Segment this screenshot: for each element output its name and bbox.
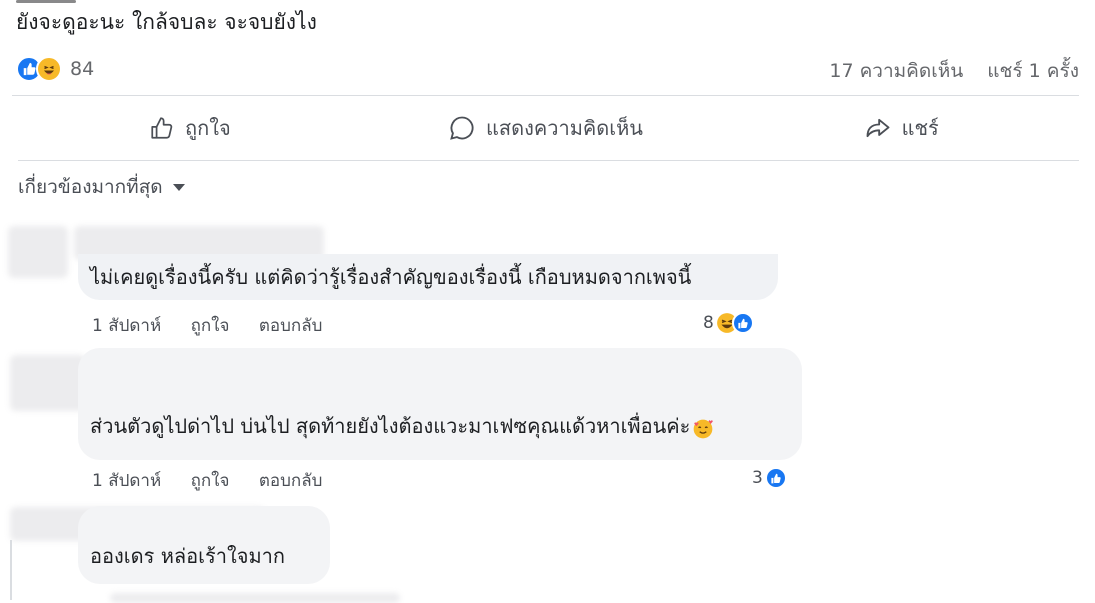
reaction-summary[interactable]: 84 bbox=[16, 55, 94, 83]
comment-reply-button[interactable]: ตอบกลับ bbox=[259, 471, 323, 491]
caret-down-icon bbox=[172, 183, 185, 191]
divider bbox=[18, 160, 1079, 161]
share-icon bbox=[866, 118, 889, 138]
avatar[interactable] bbox=[10, 355, 86, 411]
comment-meta: 1 สัปดาห์ ถูกใจ ตอบกลับ bbox=[92, 312, 346, 339]
comment-bubble: ส่วนตัวดูไปด่าไป บ่นไป สุดท้ายยังไงต้องแ… bbox=[78, 348, 802, 460]
comment-text: ส่วนตัวดูไปด่าไป บ่นไป สุดท้ายยังไงต้องแ… bbox=[90, 414, 691, 438]
comment-reaction-count: 8 bbox=[703, 313, 714, 333]
like-label: ถูกใจ bbox=[184, 116, 231, 140]
comment-meta-clipped bbox=[110, 593, 400, 603]
comment-reaction-count: 3 bbox=[752, 468, 763, 488]
share-label: แชร์ bbox=[901, 116, 939, 140]
comment-time[interactable]: 1 สัปดาห์ bbox=[92, 471, 161, 491]
comment-sort-dropdown[interactable]: เกี่ยวข้องมากที่สุด bbox=[18, 172, 185, 202]
reaction-count: 84 bbox=[70, 58, 95, 80]
divider bbox=[12, 95, 1079, 96]
thumbs-up-icon bbox=[151, 117, 173, 139]
comment-reply-button[interactable]: ตอบกลับ bbox=[259, 316, 323, 336]
author-name-clipped[interactable] bbox=[16, 0, 76, 3]
comment-icon bbox=[450, 116, 474, 140]
like-button[interactable]: ถูกใจ bbox=[12, 97, 368, 159]
like-reaction-icon bbox=[731, 312, 754, 334]
post-stats: 17 ความคิดเห็น แชร์ 1 ครั้ง bbox=[829, 56, 1079, 86]
comment-bubble: อองเดร หล่อเร้าใจมาก bbox=[78, 506, 330, 584]
comment-meta: 1 สัปดาห์ ถูกใจ ตอบกลับ bbox=[92, 467, 346, 494]
comment-label: แสดงความคิดเห็น bbox=[486, 116, 643, 140]
post-action-bar: ถูกใจ แสดงความคิดเห็น แชร์ bbox=[12, 97, 1079, 159]
smiling-face-with-hearts-icon bbox=[694, 419, 714, 439]
comment-reactions[interactable]: 3 bbox=[752, 467, 787, 489]
like-reaction-icon bbox=[764, 467, 787, 489]
sort-label: เกี่ยวข้องมากที่สุด bbox=[18, 176, 163, 198]
comment-like-button[interactable]: ถูกใจ bbox=[191, 471, 230, 491]
comment-text: ไม่เคยดูเรื่องนี้ครับ แต่คิดว่ารู้เรื่อง… bbox=[90, 265, 692, 289]
comment-count-link[interactable]: 17 ความคิดเห็น bbox=[829, 60, 963, 82]
avatar[interactable] bbox=[8, 226, 68, 278]
comment-text: อองเดร หล่อเร้าใจมาก bbox=[90, 544, 285, 568]
share-button[interactable]: แชร์ bbox=[723, 97, 1079, 159]
share-count-link[interactable]: แชร์ 1 ครั้ง bbox=[987, 60, 1079, 82]
comment-reactions[interactable]: 8 bbox=[703, 312, 754, 334]
haha-reaction-icon bbox=[36, 56, 62, 82]
comment-time[interactable]: 1 สัปดาห์ bbox=[92, 316, 161, 336]
comment-like-button[interactable]: ถูกใจ bbox=[191, 316, 230, 336]
post-text: ยังจะดูอะนะ ใกล้จบละ จะจบยังไง bbox=[16, 10, 317, 34]
reply-thread-line bbox=[10, 540, 12, 600]
comment-button[interactable]: แสดงความคิดเห็น bbox=[368, 97, 724, 159]
comment-bubble: ไม่เคยดูเรื่องนี้ครับ แต่คิดว่ารู้เรื่อง… bbox=[78, 254, 778, 300]
